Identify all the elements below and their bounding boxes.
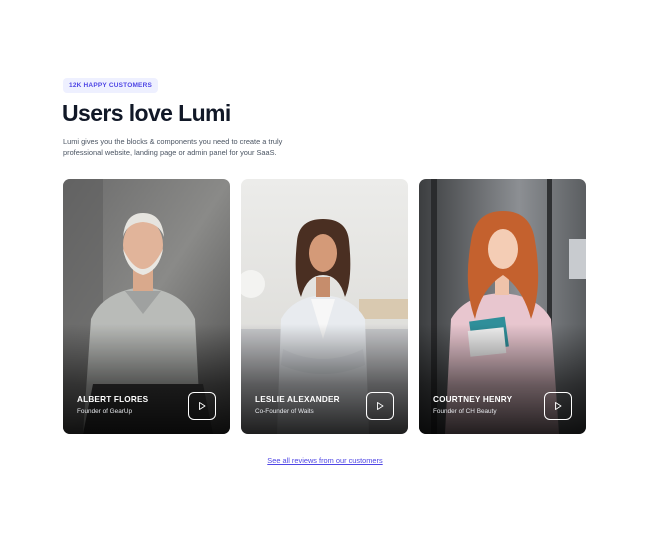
section-description: Lumi gives you the blocks & components y… <box>63 137 283 157</box>
play-icon <box>199 402 206 410</box>
testimonial-cards: ALBERT FLORES Founder of GearUp LESLIE A… <box>63 179 587 434</box>
testimonials-section: 12K HAPPY CUSTOMERS Users love Lumi Lumi… <box>0 0 650 542</box>
play-icon <box>377 402 384 410</box>
play-icon <box>555 402 562 410</box>
testimonial-card[interactable]: LESLIE ALEXANDER Co-Founder of Waits <box>241 179 408 434</box>
customer-name: ALBERT FLORES <box>77 395 149 404</box>
page-title: Users love Lumi <box>62 100 231 126</box>
customer-role: Founder of GearUp <box>77 408 133 415</box>
customer-name: LESLIE ALEXANDER <box>255 395 340 404</box>
testimonial-card[interactable]: COURTNEY HENRY Founder of CH Beauty <box>419 179 586 434</box>
customer-name: COURTNEY HENRY <box>433 395 513 404</box>
play-video-button[interactable] <box>544 392 572 420</box>
play-video-button[interactable] <box>366 392 394 420</box>
customer-role: Founder of CH Beauty <box>433 408 497 415</box>
testimonial-card[interactable]: ALBERT FLORES Founder of GearUp <box>63 179 230 434</box>
customer-role: Co-Founder of Waits <box>255 408 314 415</box>
play-video-button[interactable] <box>188 392 216 420</box>
see-all-reviews-link[interactable]: See all reviews from our customers <box>0 456 650 465</box>
customers-badge: 12K HAPPY CUSTOMERS <box>63 78 159 93</box>
